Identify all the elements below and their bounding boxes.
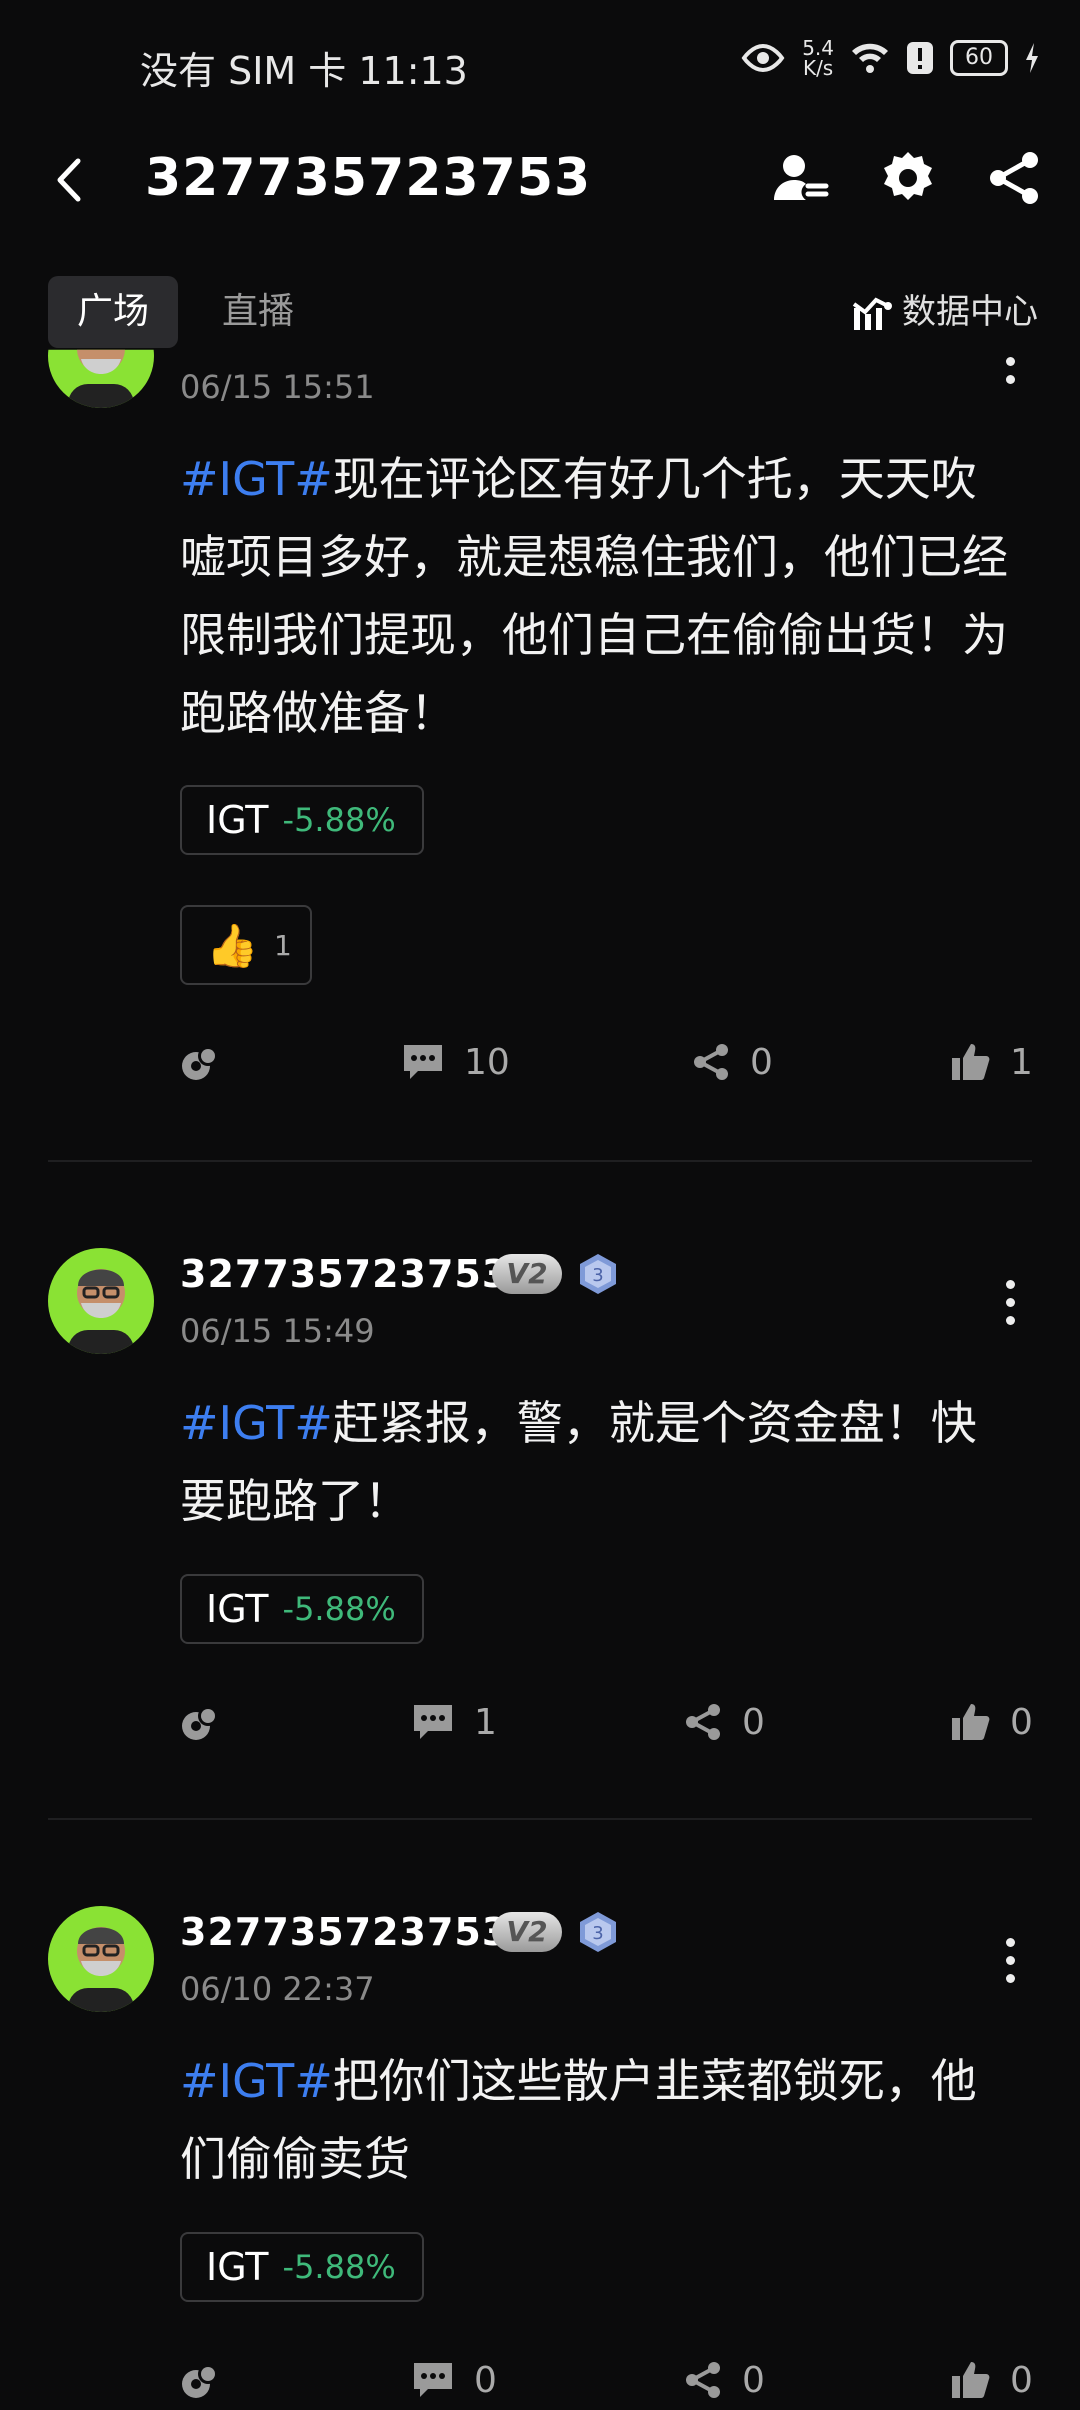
tab-square[interactable]: 广场 bbox=[48, 276, 178, 348]
post-body[interactable]: #IGT#现在评论区有好几个托，天天吹嘘项目多好，就是想稳住我们，他们已经限制我… bbox=[180, 440, 1020, 752]
post-body[interactable]: #IGT#把你们这些散户韭菜都锁死，他们偷偷卖货 bbox=[180, 2042, 1020, 2198]
more-options-icon[interactable] bbox=[1006, 357, 1020, 393]
topic-tag[interactable]: #IGT# bbox=[180, 2054, 333, 2108]
post-time: 06/15 15:51 bbox=[180, 368, 375, 406]
share-icon bbox=[686, 2362, 720, 2398]
comment-icon bbox=[404, 1045, 442, 1079]
chart-icon bbox=[852, 297, 892, 330]
repost-button[interactable] bbox=[180, 1032, 220, 1092]
page-title: 327735723753 bbox=[145, 148, 592, 208]
vip-badge: V2 bbox=[492, 1254, 562, 1294]
username[interactable]: 327735723753 bbox=[180, 1252, 509, 1296]
post-body[interactable]: #IGT#赶紧报，警，就是个资金盘！快要跑路了！ bbox=[180, 1384, 1020, 1540]
status-carrier-time: 没有 SIM 卡 11:13 bbox=[140, 49, 468, 93]
back-icon[interactable] bbox=[50, 155, 90, 205]
share-count: 0 bbox=[742, 1701, 765, 1743]
stock-change: -5.88% bbox=[282, 801, 396, 839]
thumbs-up-icon bbox=[952, 1044, 990, 1080]
post-actions: 0 0 0 bbox=[180, 2350, 1033, 2410]
reaction-chip[interactable]: 👍 1 bbox=[180, 905, 312, 985]
stock-symbol: IGT bbox=[206, 798, 269, 842]
status-bar: 没有 SIM 卡 11:13 5.4 K/s 60 bbox=[0, 0, 1080, 130]
like-count: 0 bbox=[1010, 1701, 1033, 1743]
repost-button[interactable] bbox=[180, 2350, 220, 2410]
comment-icon bbox=[414, 2363, 452, 2397]
reaction-count: 1 bbox=[274, 929, 292, 962]
more-options-icon[interactable] bbox=[1006, 1280, 1020, 1334]
stock-chip[interactable]: IGT -5.88% bbox=[180, 1574, 424, 1644]
stock-change: -5.88% bbox=[282, 2248, 396, 2286]
stock-change: -5.88% bbox=[282, 1590, 396, 1628]
post-time: 06/15 15:49 bbox=[180, 1312, 375, 1350]
like-button[interactable]: 1 bbox=[950, 1032, 1033, 1092]
share-button[interactable]: 0 bbox=[692, 1032, 773, 1092]
share-button[interactable]: 0 bbox=[684, 2350, 765, 2410]
eye-icon bbox=[741, 43, 785, 73]
like-button[interactable]: 0 bbox=[950, 2350, 1033, 2410]
profile-icon[interactable] bbox=[770, 148, 830, 208]
topic-tag[interactable]: #IGT# bbox=[180, 452, 333, 506]
top-app-bar: 327735723753 bbox=[0, 130, 1080, 230]
comment-icon bbox=[414, 1705, 452, 1739]
alert-icon bbox=[907, 42, 933, 74]
charging-icon bbox=[1026, 43, 1038, 73]
svg-text:3: 3 bbox=[592, 1265, 603, 1286]
comment-button[interactable]: 10 bbox=[402, 1032, 510, 1092]
tab-live[interactable]: 直播 bbox=[198, 276, 318, 348]
avatar[interactable] bbox=[48, 1248, 154, 1354]
like-count: 0 bbox=[1010, 2359, 1033, 2401]
share-count: 0 bbox=[742, 2359, 765, 2401]
stock-symbol: IGT bbox=[206, 1587, 269, 1631]
settings-icon[interactable] bbox=[878, 148, 938, 208]
comment-button[interactable]: 1 bbox=[412, 1692, 497, 1752]
repost-icon bbox=[182, 1706, 218, 1740]
post-actions: 10 0 1 bbox=[180, 1032, 1033, 1092]
stock-symbol: IGT bbox=[206, 2245, 269, 2289]
thumbs-up-icon bbox=[952, 1704, 990, 1740]
more-options-icon[interactable] bbox=[1006, 1938, 1020, 1992]
thumbs-up-icon bbox=[952, 2362, 990, 2398]
share-icon[interactable] bbox=[984, 148, 1044, 208]
share-icon bbox=[686, 1704, 720, 1740]
divider bbox=[48, 1160, 1032, 1162]
level-badge-icon: 3 bbox=[580, 1254, 616, 1294]
data-center-label: 数据中心 bbox=[902, 292, 1038, 332]
comment-count: 1 bbox=[474, 1701, 497, 1743]
post-time: 06/10 22:37 bbox=[180, 1970, 375, 2008]
battery-indicator: 60 bbox=[950, 40, 1008, 76]
comment-button[interactable]: 0 bbox=[412, 2350, 497, 2410]
repost-button[interactable] bbox=[180, 1692, 220, 1752]
stock-chip[interactable]: IGT -5.88% bbox=[180, 2232, 424, 2302]
comment-count: 0 bbox=[474, 2359, 497, 2401]
share-icon bbox=[694, 1044, 728, 1080]
share-button[interactable]: 0 bbox=[684, 1692, 765, 1752]
comment-count: 10 bbox=[464, 1041, 510, 1083]
wifi-icon bbox=[852, 43, 888, 73]
topic-tag[interactable]: #IGT# bbox=[180, 1396, 333, 1450]
svg-text:3: 3 bbox=[592, 1923, 603, 1944]
level-badge-icon: 3 bbox=[580, 1912, 616, 1952]
post-actions: 1 0 0 bbox=[180, 1692, 1033, 1752]
repost-icon bbox=[182, 1046, 218, 1080]
network-speed: 5.4 K/s bbox=[802, 36, 834, 80]
avatar[interactable] bbox=[48, 1906, 154, 2012]
tab-bar: 广场 直播 数据中心 bbox=[48, 276, 1038, 348]
vip-badge: V2 bbox=[492, 1912, 562, 1952]
data-center-link[interactable]: 数据中心 bbox=[852, 276, 1038, 348]
status-icons: 5.4 K/s 60 bbox=[740, 38, 1040, 78]
divider bbox=[48, 1818, 1032, 1820]
stock-chip[interactable]: IGT -5.88% bbox=[180, 785, 424, 855]
share-count: 0 bbox=[750, 1041, 773, 1083]
repost-icon bbox=[182, 2364, 218, 2398]
like-button[interactable]: 0 bbox=[950, 1692, 1033, 1752]
like-count: 1 bbox=[1010, 1041, 1033, 1083]
thumbs-up-emoji: 👍 bbox=[206, 921, 259, 970]
username[interactable]: 327735723753 bbox=[180, 1910, 509, 1954]
